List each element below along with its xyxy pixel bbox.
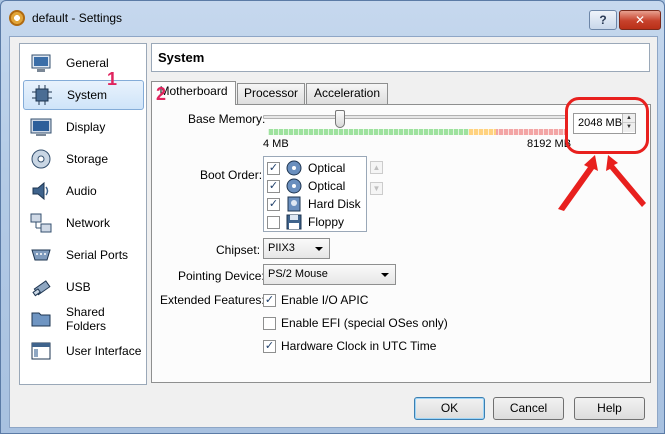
sidebar-item-shared-folders[interactable]: Shared Folders [23, 304, 144, 334]
sidebar-item-general[interactable]: General [23, 48, 144, 78]
callout-arrows [558, 155, 646, 211]
efi-label: Enable EFI (special OSes only) [281, 316, 448, 330]
sidebar-item-label: USB [66, 280, 91, 294]
sidebar-item-label: Serial Ports [66, 248, 129, 262]
io-apic-option[interactable]: ✓ Enable I/O APIC [263, 293, 368, 307]
utc-clock-checkbox[interactable]: ✓ [263, 339, 276, 353]
boot-item-optical-2[interactable]: ✓ Optical [267, 177, 345, 195]
boot-checkbox[interactable]: ✓ [267, 197, 280, 211]
step-1-annotation: 1 [107, 69, 118, 89]
settings-window: default - Settings ? ✕ General System Di… [0, 0, 665, 434]
utc-clock-label: Hardware Clock in UTC Time [281, 339, 437, 353]
sidebar-item-display[interactable]: Display [23, 112, 144, 142]
chipset-value: PIIX3 [268, 242, 295, 254]
base-memory-label: Base Memory: [188, 112, 266, 126]
boot-item-hard-disk[interactable]: ✓ Hard Disk [267, 195, 361, 213]
memory-slider-track[interactable] [263, 115, 568, 119]
sidebar-item-label: Network [66, 216, 111, 230]
move-up-icon[interactable]: ▲ [370, 161, 383, 174]
efi-checkbox[interactable] [263, 316, 276, 330]
sidebar-item-label: System [67, 88, 108, 102]
chevron-down-icon [381, 273, 389, 277]
window-title: default - Settings [32, 11, 123, 25]
move-down-icon[interactable]: ▼ [370, 182, 383, 195]
sidebar-item-serial-ports[interactable]: Serial Ports [23, 240, 144, 270]
sidebar-item-system[interactable]: System [23, 80, 144, 110]
title-bar: default - Settings ? ✕ [1, 1, 664, 35]
boot-checkbox[interactable]: ✓ [267, 161, 280, 175]
memory-slider-thumb[interactable] [335, 110, 345, 128]
folder-icon [30, 308, 52, 330]
io-apic-checkbox[interactable]: ✓ [263, 293, 276, 307]
boot-item-optical-1[interactable]: ✓ Optical [267, 159, 345, 177]
close-button[interactable]: ✕ [619, 10, 661, 30]
boot-item-label: Floppy [308, 215, 345, 229]
help-title-button[interactable]: ? [589, 10, 617, 30]
boot-order-label: Boot Order: [200, 168, 263, 182]
tab-acceleration[interactable]: Acceleration [306, 83, 388, 104]
optical-disc-icon [286, 178, 302, 194]
io-apic-label: Enable I/O APIC [281, 293, 369, 307]
app-gear-icon [9, 10, 25, 26]
sidebar-item-usb[interactable]: USB [23, 272, 144, 302]
sidebar-item-label: Audio [66, 184, 97, 198]
disk-icon [30, 148, 52, 170]
sidebar-item-audio[interactable]: Audio [23, 176, 144, 206]
help-button[interactable]: Help [574, 397, 645, 420]
sidebar-item-label: Storage [66, 152, 109, 166]
pointing-device-label: Pointing Device: [178, 269, 265, 283]
display-icon [30, 116, 52, 138]
section-title: System [151, 43, 650, 72]
step-2-annotation: 2 [156, 84, 167, 104]
boot-order-list: ✓ Optical ✓ Optical ✓ Hard Disk Floppy [263, 156, 367, 232]
window-icon [30, 340, 52, 362]
sidebar-item-label: Shared Folders [66, 305, 107, 333]
chipset-label: Chipset: [216, 243, 261, 257]
extended-features-label: Extended Features: [160, 293, 265, 307]
hard-disk-icon [286, 196, 302, 212]
optical-disc-icon [286, 160, 302, 176]
memory-slider-scale [268, 129, 568, 135]
sidebar-item-label: User Interface [66, 344, 142, 358]
boot-checkbox[interactable] [267, 215, 280, 229]
tab-processor[interactable]: Processor [237, 83, 305, 104]
boot-item-floppy[interactable]: Floppy [267, 213, 344, 231]
sidebar-item-label: General [66, 56, 109, 70]
pointing-device-select[interactable]: PS/2 Mouse [263, 264, 396, 285]
usb-icon [30, 276, 52, 298]
speaker-icon [30, 180, 52, 202]
serial-port-icon [30, 244, 52, 266]
chip-icon [31, 84, 53, 106]
sidebar-item-label: Display [66, 120, 106, 134]
settings-sidebar: General System Display Storage Audio Net… [19, 43, 147, 385]
dialog-body: General System Display Storage Audio Net… [9, 36, 658, 428]
sidebar-item-storage[interactable]: Storage [23, 144, 144, 174]
pointing-device-value: PS/2 Mouse [268, 268, 328, 280]
cancel-button[interactable]: Cancel [493, 397, 564, 420]
sidebar-item-user-interface[interactable]: User Interface [23, 336, 144, 366]
boot-item-label: Optical [308, 161, 346, 175]
chipset-select[interactable]: PIIX3 [263, 238, 330, 259]
utc-clock-option[interactable]: ✓ Hardware Clock in UTC Time [263, 339, 436, 353]
chevron-down-icon [315, 247, 323, 251]
boot-checkbox[interactable]: ✓ [267, 179, 280, 193]
boot-item-label: Optical [308, 179, 346, 193]
network-icon [30, 212, 52, 234]
efi-option[interactable]: Enable EFI (special OSes only) [263, 316, 448, 330]
boot-item-label: Hard Disk [308, 197, 361, 211]
ok-button[interactable]: OK [414, 397, 485, 420]
highlight-callout [565, 97, 649, 154]
floppy-icon [286, 214, 302, 230]
memory-min-label: 4 MB [263, 138, 289, 150]
monitor-icon [30, 52, 52, 74]
sidebar-item-network[interactable]: Network [23, 208, 144, 238]
